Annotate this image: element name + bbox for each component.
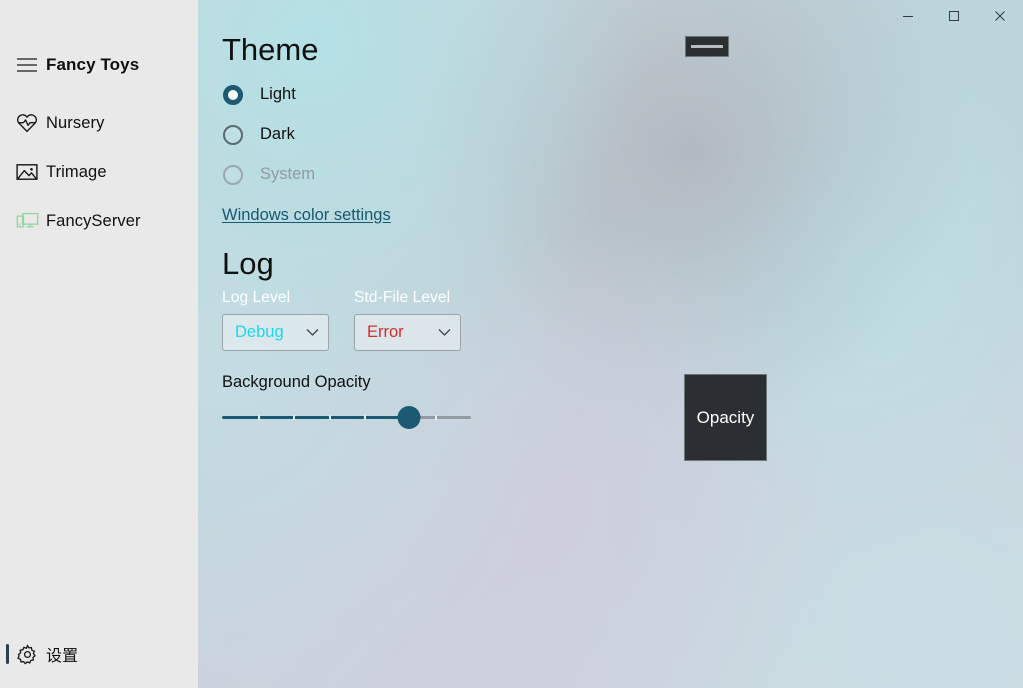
theme-section-title: Theme — [222, 32, 319, 67]
opacity-tooltip: Opacity — [684, 374, 767, 461]
app-title: Fancy Toys — [46, 55, 140, 74]
gear-icon — [8, 643, 46, 665]
navigation-sidebar: Fancy Toys Nursery Trimage FancyServer 设… — [0, 0, 198, 688]
radio-mark-icon — [223, 84, 243, 105]
window-caption-buttons — [885, 0, 1023, 32]
hamburger-menu-icon[interactable] — [8, 58, 46, 72]
close-button[interactable] — [977, 0, 1023, 32]
sidebar-header[interactable]: Fancy Toys — [0, 45, 198, 85]
log-level-group: Log Level Debug — [222, 289, 329, 352]
radio-label: Dark — [260, 125, 295, 144]
heart-pulse-icon — [8, 113, 46, 133]
radio-label: System — [260, 165, 316, 184]
slider-track-fill — [222, 416, 409, 420]
slider-thumb[interactable] — [397, 406, 421, 430]
sidebar-item-label: Nursery — [46, 113, 105, 132]
std-file-level-dropdown[interactable]: Error — [354, 314, 461, 352]
slider-tick — [257, 415, 260, 421]
sidebar-item-nursery[interactable]: Nursery — [0, 103, 198, 143]
maximize-button[interactable] — [931, 0, 977, 32]
slider-tick — [435, 415, 438, 421]
devices-icon — [8, 212, 46, 231]
image-icon — [8, 163, 46, 181]
settings-page: Theme Light Dark System Windows color se… — [222, 0, 982, 433]
radio-mark-icon — [223, 164, 243, 185]
radio-theme-system: System — [222, 158, 982, 192]
std-file-level-value: Error — [367, 323, 404, 342]
content-pane: Theme Light Dark System Windows color se… — [198, 0, 1023, 688]
sidebar-item-label: Trimage — [46, 162, 107, 181]
clipped-tooltip — [685, 36, 729, 57]
log-level-dropdown[interactable]: Debug — [222, 314, 329, 352]
log-level-value: Debug — [235, 323, 284, 342]
windows-color-settings-link[interactable]: Windows color settings — [222, 206, 391, 225]
sidebar-item-label: 设置 — [46, 648, 79, 665]
log-level-controls: Log Level Debug Std-File Level Error — [222, 289, 982, 352]
radio-theme-dark[interactable]: Dark — [222, 118, 982, 152]
selection-indicator — [6, 644, 9, 664]
radio-label: Light — [260, 85, 296, 104]
slider-tick — [364, 415, 367, 421]
sidebar-item-settings[interactable]: 设置 — [0, 634, 198, 674]
std-file-level-group: Std-File Level Error — [354, 289, 461, 352]
sidebar-item-fancyserver[interactable]: FancyServer — [0, 201, 198, 241]
log-section-title: Log — [222, 245, 274, 281]
opacity-tooltip-label: Opacity — [696, 407, 755, 427]
sidebar-item-trimage[interactable]: Trimage — [0, 152, 198, 192]
radio-mark-icon — [223, 124, 243, 145]
std-file-level-label: Std-File Level — [354, 289, 451, 307]
background-opacity-slider[interactable] — [222, 403, 471, 433]
background-opacity-label: Background Opacity — [222, 373, 371, 392]
minimize-button[interactable] — [885, 0, 931, 32]
sidebar-item-label: FancyServer — [46, 211, 141, 230]
slider-tick — [293, 415, 296, 421]
chevron-down-icon — [306, 324, 319, 342]
radio-theme-light[interactable]: Light — [222, 78, 982, 112]
slider-tick — [328, 415, 331, 421]
app-window: Fancy Toys Nursery Trimage FancyServer 设… — [0, 0, 1023, 688]
log-level-label: Log Level — [222, 289, 291, 307]
tooltip-placeholder-bar — [691, 45, 723, 48]
chevron-down-icon — [438, 324, 451, 342]
